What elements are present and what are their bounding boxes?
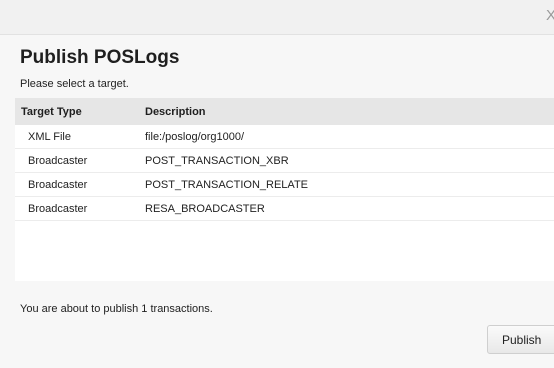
publish-button[interactable]: Publish (487, 325, 554, 354)
select-target-prompt: Please select a target. (20, 78, 129, 90)
close-icon[interactable]: X (546, 8, 554, 24)
table-row[interactable]: Broadcaster RESA_BROADCASTER (15, 196, 554, 221)
publish-poslogs-dialog: X Publish POSLogs Please select a target… (0, 0, 554, 368)
description-cell[interactable]: RESA_BROADCASTER (145, 196, 554, 221)
description-cell[interactable]: file:/poslog/org1000/ (145, 125, 554, 149)
table-header-row: Target Type Description (15, 98, 554, 125)
column-header-target-type[interactable]: Target Type (15, 98, 145, 125)
dialog-titlebar: X (0, 0, 554, 35)
target-type-cell[interactable]: Broadcaster (15, 196, 145, 221)
table-row[interactable]: Broadcaster POST_TRANSACTION_XBR (15, 148, 554, 173)
target-type-cell[interactable]: Broadcaster (15, 172, 145, 197)
description-cell[interactable]: POST_TRANSACTION_RELATE (145, 172, 554, 197)
dialog-title: Publish POSLogs (20, 47, 180, 68)
target-type-cell[interactable]: Broadcaster (15, 148, 145, 173)
table-row[interactable]: XML File file:/poslog/org1000/ (15, 125, 554, 149)
description-cell[interactable]: POST_TRANSACTION_XBR (145, 148, 554, 173)
column-header-description[interactable]: Description (145, 98, 554, 125)
target-table: Target Type Description XML File file:/p… (15, 98, 554, 221)
table-empty-area (15, 221, 554, 281)
publish-count-message: You are about to publish 1 transactions. (20, 303, 213, 315)
table-row[interactable]: Broadcaster POST_TRANSACTION_RELATE (15, 172, 554, 197)
target-type-cell[interactable]: XML File (15, 125, 145, 149)
